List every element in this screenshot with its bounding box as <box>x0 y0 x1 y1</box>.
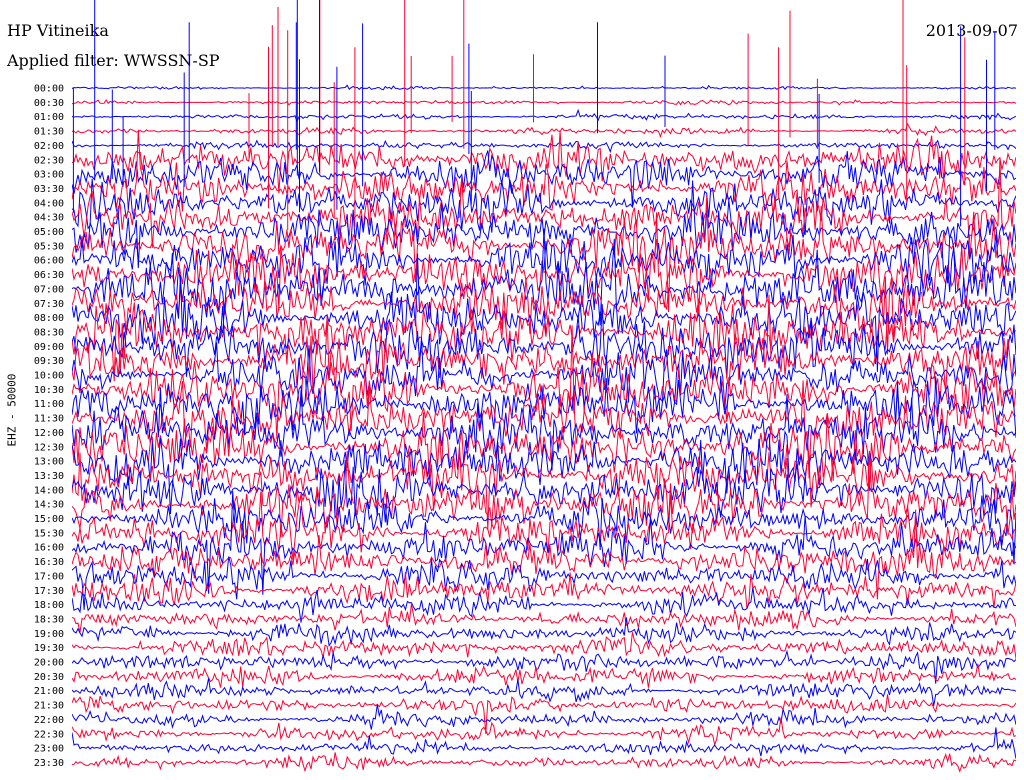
time-tick-label: 05:00 <box>34 227 64 238</box>
time-tick-label: 03:00 <box>34 170 64 181</box>
time-tick-label: 18:30 <box>34 614 64 625</box>
time-tick-label: 19:00 <box>34 629 64 640</box>
trace-line <box>72 717 1016 747</box>
time-tick-label: 13:30 <box>34 471 64 482</box>
trace-line <box>72 752 1016 773</box>
time-tick-label: 07:00 <box>34 284 64 295</box>
time-tick-label: 01:30 <box>34 127 64 138</box>
time-tick-label: 06:30 <box>34 270 64 281</box>
trace-line <box>72 450 1016 538</box>
time-tick-label: 22:30 <box>34 729 64 740</box>
trace-line <box>72 556 1016 610</box>
time-tick-label: 18:00 <box>34 600 64 611</box>
time-tick-label: 10:00 <box>34 371 64 382</box>
time-tick-label: 14:00 <box>34 485 64 496</box>
trace-group <box>72 0 1016 773</box>
time-tick-label: 00:30 <box>34 98 64 109</box>
time-tick-label: 08:30 <box>34 327 64 338</box>
trace-line <box>72 108 1016 123</box>
trace-line <box>72 663 1016 688</box>
trace-line <box>72 509 1016 600</box>
helicorder-plot: 00:00 00:30 01:00 01:30 02:00 02:30 03:00 03:30… <box>34 0 1016 773</box>
trace-line <box>72 178 1016 236</box>
time-tick-label: 15:30 <box>34 528 64 539</box>
time-tick-label: 10:30 <box>34 385 64 396</box>
time-tick-label: 11:00 <box>34 399 64 410</box>
time-tick-label: 23:30 <box>34 758 64 769</box>
time-tick-label: 02:30 <box>34 155 64 166</box>
time-tick-label: 07:30 <box>34 299 64 310</box>
time-tick-label: 21:00 <box>34 686 64 697</box>
time-tick-label: 19:30 <box>34 643 64 654</box>
time-tick-label: 00:00 <box>34 84 64 95</box>
time-tick-label: 17:30 <box>34 586 64 597</box>
trace-line <box>72 632 1016 659</box>
time-tick-label: 09:30 <box>34 356 64 367</box>
time-tick-label: 04:30 <box>34 213 64 224</box>
trace-line <box>72 649 1016 684</box>
time-tick-label: 20:00 <box>34 658 64 669</box>
time-tick-label: 09:00 <box>34 342 64 353</box>
trace-line <box>72 122 1016 138</box>
time-tick-label: 20:30 <box>34 672 64 683</box>
time-tick-label: 16:30 <box>34 557 64 568</box>
time-tick-label: 11:30 <box>34 414 64 425</box>
time-tick-label: 15:00 <box>34 514 64 525</box>
trace-line <box>72 99 1016 106</box>
trace-line <box>72 587 1016 623</box>
time-tick-label: 03:30 <box>34 184 64 195</box>
time-tick-label: 17:00 <box>34 571 64 582</box>
trace-line <box>72 727 1016 759</box>
trace-line <box>72 495 1016 565</box>
time-tick-label: 23:00 <box>34 744 64 755</box>
time-tick-label: 14:30 <box>34 500 64 511</box>
trace-line <box>72 694 1016 734</box>
time-tick-label: 02:00 <box>34 141 64 152</box>
time-tick-labels: 00:00 00:30 01:00 01:30 02:00 02:30 03:00 03:30… <box>34 84 64 769</box>
time-tick-label: 04:00 <box>34 198 64 209</box>
time-tick-label: 08:00 <box>34 313 64 324</box>
time-tick-label: 22:00 <box>34 715 64 726</box>
trace-line <box>72 84 1016 91</box>
time-tick-label: 12:30 <box>34 442 64 453</box>
trace-line <box>72 130 1016 194</box>
time-tick-label: 13:00 <box>34 457 64 468</box>
time-tick-label: 21:30 <box>34 701 64 712</box>
trace-line <box>72 603 1016 633</box>
time-tick-label: 05:30 <box>34 241 64 252</box>
time-tick-label: 16:00 <box>34 543 64 554</box>
time-tick-label: 12:00 <box>34 428 64 439</box>
time-tick-label: 06:00 <box>34 256 64 267</box>
trace-line <box>72 704 1016 730</box>
time-tick-label: 01:00 <box>34 112 64 123</box>
